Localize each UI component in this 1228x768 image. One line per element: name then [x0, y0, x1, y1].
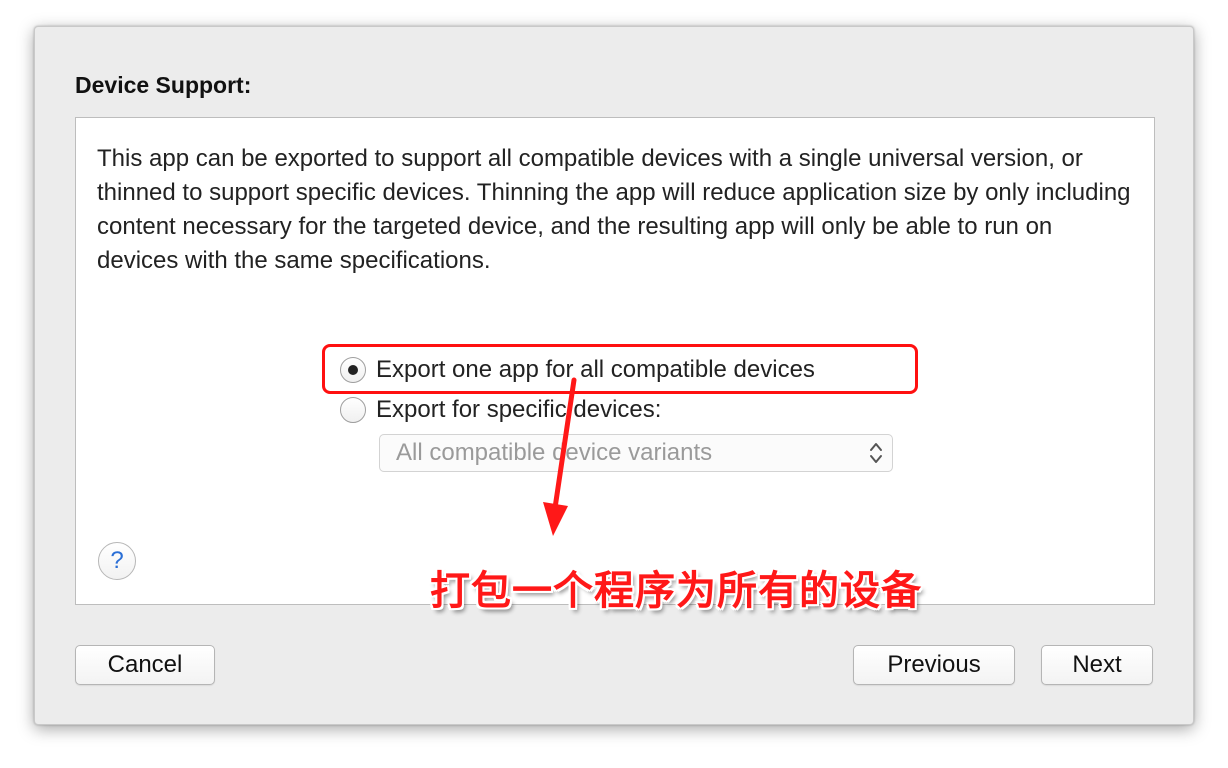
up-down-chevron-icon [870, 443, 882, 463]
section-title: Device Support: [75, 72, 252, 98]
radio-unselected-icon[interactable] [340, 397, 366, 423]
previous-button[interactable]: Previous [853, 645, 1015, 685]
annotation-text: 打包一个程序为所有的设备 [430, 569, 922, 613]
export-dialog: Device Support: This app can be exported… [34, 26, 1194, 725]
annotation-highlight-box [322, 344, 918, 394]
next-button[interactable]: Next [1041, 645, 1153, 685]
device-variants-select[interactable]: All compatible device variants [379, 434, 893, 472]
option-specific-devices-label: Export for specific devices: [376, 396, 662, 423]
help-button[interactable]: ? [98, 542, 136, 580]
device-variants-value: All compatible device variants [396, 439, 713, 466]
option-specific-devices[interactable]: Export for specific devices: [340, 396, 661, 424]
description-text: This app can be exported to support all … [97, 145, 1131, 274]
device-support-panel: This app can be exported to support all … [75, 117, 1155, 613]
cancel-button[interactable]: Cancel [75, 645, 215, 685]
question-mark-icon: ? [110, 547, 124, 574]
